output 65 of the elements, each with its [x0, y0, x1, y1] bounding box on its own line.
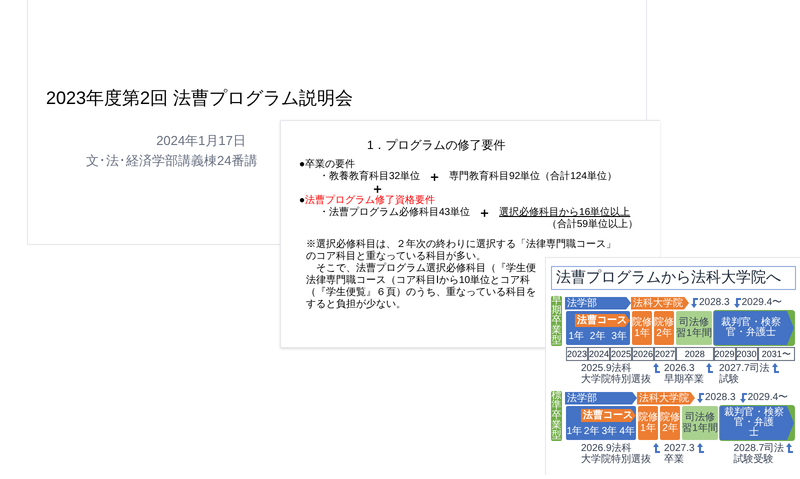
bent-arrow-icon — [696, 443, 704, 453]
bent-arrow-icon — [653, 443, 660, 453]
note-text: ※選択必修科目は、２年次の終わりに選択する「法律専門職コース」 — [306, 239, 616, 250]
date-label: 2028.3 — [699, 297, 730, 309]
date-label: 2029.4〜 — [748, 392, 788, 404]
year-label: 2年 — [582, 426, 600, 439]
bent-arrow-icon — [653, 363, 660, 373]
note-text: 法律専門職コース（コア科目Ⅰから10単位とコア科 — [306, 275, 530, 286]
note-text: （『学生便覧』６頁）のうち、重なっている科目を — [306, 287, 536, 298]
graduate-year-box: 院修 1年 — [631, 310, 653, 346]
requirement-heading: 法曹プログラム修了資格要件 — [305, 195, 436, 206]
year-cell: 2023 — [566, 347, 588, 361]
year-cell: 2030 — [736, 347, 758, 361]
year-cell: 2028 — [676, 347, 714, 361]
requirement-text: 選択必修科目から16単位以上 — [499, 207, 630, 218]
year-label: 2年 — [588, 331, 606, 344]
bent-arrow-icon — [706, 363, 713, 373]
requirement-text: ・教養教育科目32単位 — [319, 171, 420, 183]
bent-arrow-icon — [786, 443, 794, 453]
graduate-year-box: 院修 1年 — [637, 405, 659, 441]
date-label: 2028.3 — [705, 392, 736, 404]
timeline-note: 2028.7司法 試験受験 — [734, 443, 784, 465]
timeline-note: 2025.9法科 大学院特別選抜 — [581, 363, 651, 385]
timeline-note: 2027.7司法 試験 — [719, 363, 770, 385]
year-label: 3年 — [600, 426, 618, 439]
year-cell: 2026 — [632, 347, 654, 361]
requirement-heading: 卒業の要件 — [305, 159, 356, 170]
timeline-note: 2026.9法科 大学院特別選抜 — [581, 443, 651, 465]
training-box: 司法修 習1年間 — [675, 310, 713, 346]
year-cell: 2031〜 — [758, 347, 795, 361]
note-text: すると負担が少ない。 — [306, 299, 406, 311]
year-label: 3年 — [610, 331, 628, 344]
date-text: 2024年1月17日 — [155, 132, 247, 150]
plus-sign: ＋ — [371, 183, 384, 195]
venue-text: 文･法･経済学部講義棟24番講 — [86, 152, 258, 170]
timeline-note: 2026.3 早期卒業 — [664, 363, 704, 385]
note-text: のコア科目と重なっている科目が多い。 — [306, 251, 486, 262]
slide-title: 2023年度第2回 法曹プログラム説明会 — [46, 87, 354, 110]
bent-arrow-icon — [772, 363, 779, 373]
bent-arrow-icon — [740, 393, 747, 403]
graduate-year-box: 院修 2年 — [653, 310, 675, 346]
requirement-text: ・法曹プログラム必修科目43単位 — [319, 207, 470, 219]
slide-title: 法曹プログラムから法科大学院へ — [551, 266, 796, 290]
year-cell: 2024 — [588, 347, 610, 361]
year-label: 4年 — [618, 426, 636, 439]
year-cell: 2027 — [654, 347, 676, 361]
bullet-icon: ● — [299, 159, 306, 171]
note-text: そこで、法曹プログラム選択必修科目（『学生便 — [315, 263, 536, 274]
year-label: 1年 — [568, 331, 586, 344]
year-cell: 2025 — [610, 347, 632, 361]
bent-arrow-icon — [691, 298, 698, 308]
graduate-year-box: 院修 2年 — [659, 405, 681, 441]
plus-sign: ＋ — [478, 207, 492, 219]
slide-heading: 1．プログラムの修了要件 — [367, 137, 506, 153]
plus-sign: ＋ — [428, 171, 442, 183]
bent-arrow-icon — [697, 393, 704, 403]
bullet-icon: ● — [299, 195, 306, 207]
year-label: 1年 — [566, 426, 583, 439]
year-cell: 2029 — [714, 347, 736, 361]
timeline-note: 2027.3 卒業 — [664, 443, 695, 465]
bent-arrow-icon — [734, 298, 741, 308]
total-text: （合計59単位以上） — [546, 219, 638, 231]
requirement-text: 専門教育科目92単位（合計124単位） — [449, 171, 617, 183]
training-box: 司法修 習1年間 — [681, 405, 719, 441]
date-label: 2029.4〜 — [742, 297, 782, 309]
